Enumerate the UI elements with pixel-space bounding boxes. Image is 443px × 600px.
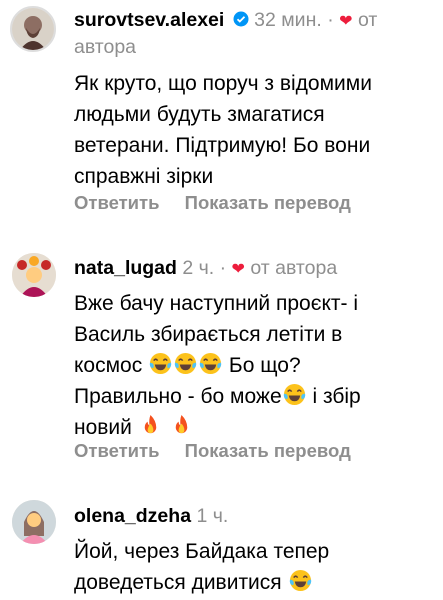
username[interactable]: olena_dzeha bbox=[74, 505, 191, 527]
comment-text-line: Як круто, що поруч з відомими bbox=[74, 72, 372, 95]
avatar[interactable] bbox=[12, 253, 56, 297]
liked-by-author-label: от автора bbox=[250, 257, 338, 279]
avatar-image bbox=[12, 8, 54, 50]
face-with-tears-of-joy-icon bbox=[199, 352, 223, 375]
comment-text-line: людьми будуть змагатися bbox=[74, 103, 325, 126]
comment-meta: nata_lugad 2 ч. · ❤ от автора bbox=[74, 256, 337, 282]
comment-text-line: Правильно - бо може і збір bbox=[74, 381, 434, 412]
comment-text: Йой, через Байдака тепер доведеться диви… bbox=[74, 536, 434, 598]
fire-icon bbox=[175, 414, 187, 434]
show-translation-button[interactable]: Показать перевод bbox=[185, 440, 351, 461]
comment-text-line: доведеться дивитися bbox=[74, 567, 434, 598]
separator: · bbox=[219, 257, 227, 279]
comment-text-fragment: доведеться дивитися bbox=[74, 571, 282, 594]
reply-button[interactable]: Ответить bbox=[74, 440, 160, 461]
comment-meta: olena_dzeha 1 ч. bbox=[74, 504, 228, 528]
comment-text-line: новий bbox=[74, 412, 434, 443]
comment-text-fragment: новий bbox=[74, 416, 132, 439]
face-with-tears-of-joy-icon bbox=[149, 352, 173, 375]
timestamp: 32 мин. bbox=[254, 9, 322, 31]
username[interactable]: nata_lugad bbox=[74, 257, 177, 279]
heart-icon: ❤ bbox=[339, 13, 353, 30]
separator: · bbox=[327, 9, 334, 31]
comment-text-fragment: Бо що? bbox=[228, 354, 301, 377]
heart-icon: ❤ bbox=[231, 261, 245, 278]
avatar[interactable] bbox=[12, 500, 56, 544]
comment-actions: Ответить Показать перевод bbox=[74, 192, 351, 214]
avatar-image bbox=[12, 253, 56, 297]
liked-by-author-label-continued: автора bbox=[74, 36, 137, 58]
comment-text-line: Василь збирається летіти в bbox=[74, 323, 343, 346]
avatar-image bbox=[12, 500, 56, 544]
comment-text-fragment: Правильно - бо може bbox=[74, 385, 282, 408]
reply-button[interactable]: Ответить bbox=[74, 192, 160, 213]
face-with-tears-of-joy-icon bbox=[174, 352, 198, 375]
timestamp: 1 ч. bbox=[196, 505, 229, 527]
liked-by-author-label: от bbox=[357, 9, 378, 31]
verified-badge-icon bbox=[233, 11, 249, 27]
comment-text: Як круто, що поруч з відомими людьми буд… bbox=[74, 68, 434, 192]
comment-text-line: Вже бачу наступний проєкт- і bbox=[74, 292, 358, 315]
avatar[interactable] bbox=[10, 6, 56, 52]
comment-actions: Ответить Показать перевод bbox=[74, 440, 351, 462]
fire-icon bbox=[144, 414, 156, 434]
face-with-tears-of-joy-icon bbox=[288, 569, 312, 592]
comment-text-line: космос Бо що? bbox=[74, 350, 434, 381]
comment-text: Вже бачу наступний проєкт- і Василь збир… bbox=[74, 288, 434, 443]
comment-text-fragment: і збір bbox=[312, 385, 361, 408]
comment-text-fragment: космос bbox=[74, 354, 143, 377]
face-with-tears-of-joy-icon bbox=[282, 383, 306, 406]
timestamp: 2 ч. bbox=[182, 257, 215, 279]
comment-meta: surovtsev.alexei 32 мин. · ❤ от bbox=[74, 8, 377, 34]
username[interactable]: surovtsev.alexei bbox=[74, 9, 224, 31]
comment-text-line: Йой, через Байдака тепер bbox=[74, 540, 330, 563]
comment-text-line: справжні зірки bbox=[74, 165, 214, 188]
show-translation-button[interactable]: Показать перевод bbox=[185, 192, 351, 213]
comment-text-line: ветерани. Підтримую! Бо вони bbox=[74, 134, 371, 157]
